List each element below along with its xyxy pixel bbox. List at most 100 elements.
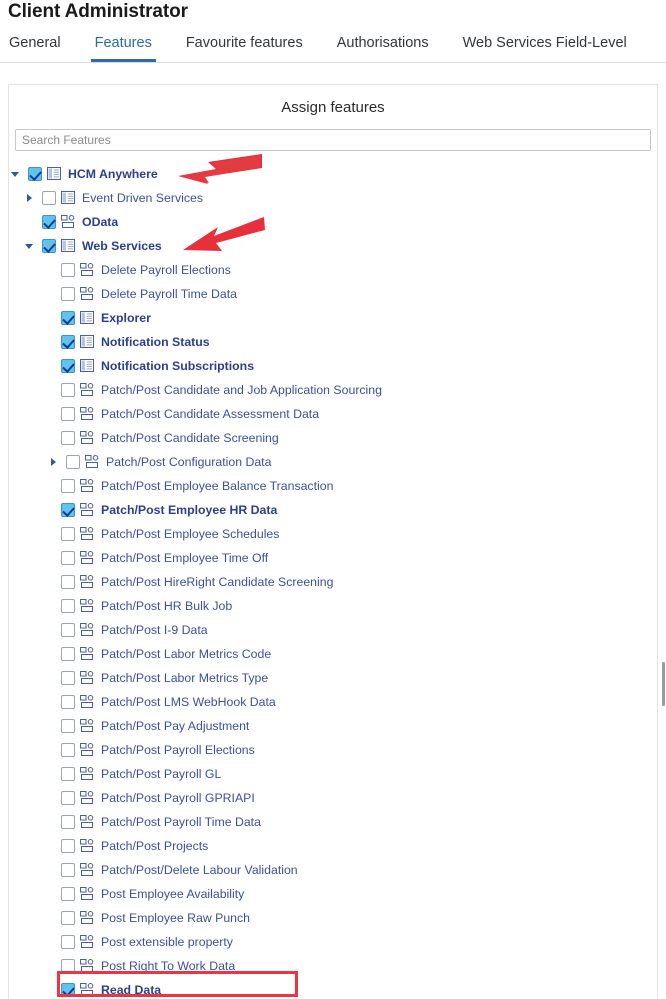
service-node-icon — [80, 887, 96, 901]
checkbox-checked[interactable] — [61, 335, 75, 349]
tree-row[interactable]: Patch/Post Labor Metrics Code — [9, 642, 657, 666]
checkbox-unchecked[interactable] — [61, 791, 75, 805]
tree-row[interactable]: OData — [9, 210, 657, 234]
checkbox-unchecked[interactable] — [66, 455, 80, 469]
chevron-down-icon[interactable] — [23, 239, 37, 253]
tree-row[interactable]: Patch/Post Employee Schedules — [9, 522, 657, 546]
tree-row[interactable]: Read Data — [9, 978, 657, 999]
checkbox-unchecked[interactable] — [61, 863, 75, 877]
checkbox-checked[interactable] — [42, 239, 56, 253]
checkbox-unchecked[interactable] — [61, 407, 75, 421]
checkbox-checked[interactable] — [61, 983, 75, 997]
tree-row[interactable]: Patch/Post Employee HR Data — [9, 498, 657, 522]
chevron-right-icon[interactable] — [47, 455, 61, 469]
checkbox-unchecked[interactable] — [61, 887, 75, 901]
tree-row[interactable]: Post Right To Work Data — [9, 954, 657, 978]
checkbox-unchecked[interactable] — [61, 935, 75, 949]
tree-row[interactable]: Patch/Post Candidate and Job Application… — [9, 378, 657, 402]
checkbox-checked[interactable] — [61, 311, 75, 325]
tab-label: General — [9, 35, 61, 51]
tree-row[interactable]: Patch/Post/Delete Labour Validation — [9, 858, 657, 882]
tab-bar: General Features Favourite features Authori… — [0, 31, 666, 63]
tree-row[interactable]: Patch/Post Payroll GPRIAPI — [9, 786, 657, 810]
checkbox-unchecked[interactable] — [61, 575, 75, 589]
search-input[interactable] — [15, 129, 651, 151]
tree-row[interactable]: Delete Payroll Elections — [9, 258, 657, 282]
checkbox-unchecked[interactable] — [61, 719, 75, 733]
tab-web-services-field-level[interactable]: Web Services Field-Level — [463, 31, 627, 61]
service-node-icon — [80, 959, 96, 973]
checkbox-unchecked[interactable] — [61, 479, 75, 493]
checkbox-unchecked[interactable] — [61, 695, 75, 709]
tree-row[interactable]: Post Employee Raw Punch — [9, 906, 657, 930]
tree-row[interactable]: Web Services — [9, 234, 657, 258]
tree-row[interactable]: Patch/Post Candidate Screening — [9, 426, 657, 450]
tab-general[interactable]: General — [9, 31, 61, 61]
checkbox-unchecked[interactable] — [42, 191, 56, 205]
checkbox-unchecked[interactable] — [61, 551, 75, 565]
tree-row[interactable]: Post extensible property — [9, 930, 657, 954]
checkbox-unchecked[interactable] — [61, 839, 75, 853]
service-node-icon — [85, 455, 101, 469]
tab-features[interactable]: Features — [90, 31, 157, 62]
tree-item-label: Patch/Post Payroll GL — [101, 767, 222, 781]
tree-row[interactable]: Notification Subscriptions — [9, 354, 657, 378]
service-node-icon — [80, 527, 96, 541]
page-scrollbar[interactable] — [661, 84, 666, 999]
service-node-icon — [80, 503, 96, 517]
panel-icon — [80, 359, 96, 373]
checkbox-unchecked[interactable] — [61, 599, 75, 613]
checkbox-checked[interactable] — [61, 503, 75, 517]
checkbox-unchecked[interactable] — [61, 743, 75, 757]
checkbox-unchecked[interactable] — [61, 623, 75, 637]
search-container — [9, 129, 657, 151]
tree-row[interactable]: HCM Anywhere — [9, 162, 657, 186]
tree-row[interactable]: Patch/Post HireRight Candidate Screening — [9, 570, 657, 594]
tab-favourite-features[interactable]: Favourite features — [186, 31, 303, 61]
tree-row[interactable]: Patch/Post Employee Time Off — [9, 546, 657, 570]
tree-row[interactable]: Patch/Post I-9 Data — [9, 618, 657, 642]
checkbox-checked[interactable] — [42, 215, 56, 229]
checkbox-unchecked[interactable] — [61, 431, 75, 445]
service-node-icon — [80, 599, 96, 613]
tree-row[interactable]: Patch/Post Payroll Time Data — [9, 810, 657, 834]
checkbox-unchecked[interactable] — [61, 527, 75, 541]
tree-row[interactable]: Patch/Post Employee Balance Transaction — [9, 474, 657, 498]
tree-row[interactable]: Patch/Post Payroll Elections — [9, 738, 657, 762]
page-scrollbar-thumb[interactable] — [662, 662, 665, 706]
checkbox-unchecked[interactable] — [61, 287, 75, 301]
checkbox-unchecked[interactable] — [61, 671, 75, 685]
checkbox-unchecked[interactable] — [61, 959, 75, 973]
assign-features-card: Assign features HCM Anywhere Event Driven… — [8, 84, 658, 999]
tree-item-label: Patch/Post Payroll GPRIAPI — [101, 791, 255, 805]
tree-row[interactable]: Patch/Post HR Bulk Job — [9, 594, 657, 618]
checkbox-unchecked[interactable] — [61, 911, 75, 925]
tab-authorisations[interactable]: Authorisations — [337, 31, 429, 61]
tree-row[interactable]: Patch/Post Configuration Data — [9, 450, 657, 474]
checkbox-unchecked[interactable] — [61, 647, 75, 661]
checkbox-unchecked[interactable] — [61, 767, 75, 781]
tree-item-label: Patch/Post Labor Metrics Code — [101, 647, 272, 661]
checkbox-checked[interactable] — [28, 167, 42, 181]
checkbox-checked[interactable] — [61, 359, 75, 373]
tree-row[interactable]: Patch/Post Labor Metrics Type — [9, 666, 657, 690]
checkbox-unchecked[interactable] — [61, 263, 75, 277]
tab-label: Authorisations — [336, 35, 429, 51]
tree-row[interactable]: Event Driven Services — [9, 186, 657, 210]
tree-row[interactable]: Patch/Post Candidate Assessment Data — [9, 402, 657, 426]
checkbox-unchecked[interactable] — [61, 815, 75, 829]
tree-row[interactable]: Patch/Post LMS WebHook Data — [9, 690, 657, 714]
tree-item-label: Patch/Post Candidate Screening — [101, 431, 279, 445]
tree-row[interactable]: Patch/Post Payroll GL — [9, 762, 657, 786]
tree-row[interactable]: Patch/Post Pay Adjustment — [9, 714, 657, 738]
tree-row[interactable]: Delete Payroll Time Data — [9, 282, 657, 306]
tree-row[interactable]: Post Employee Availability — [9, 882, 657, 906]
checkbox-unchecked[interactable] — [61, 383, 75, 397]
tree-item-label: Patch/Post Payroll Time Data — [101, 815, 261, 829]
tree-row[interactable]: Explorer — [9, 306, 657, 330]
service-node-icon — [80, 647, 96, 661]
tree-row[interactable]: Patch/Post Projects — [9, 834, 657, 858]
chevron-right-icon[interactable] — [23, 191, 37, 205]
tree-row[interactable]: Notification Status — [9, 330, 657, 354]
chevron-down-icon[interactable] — [9, 167, 23, 181]
